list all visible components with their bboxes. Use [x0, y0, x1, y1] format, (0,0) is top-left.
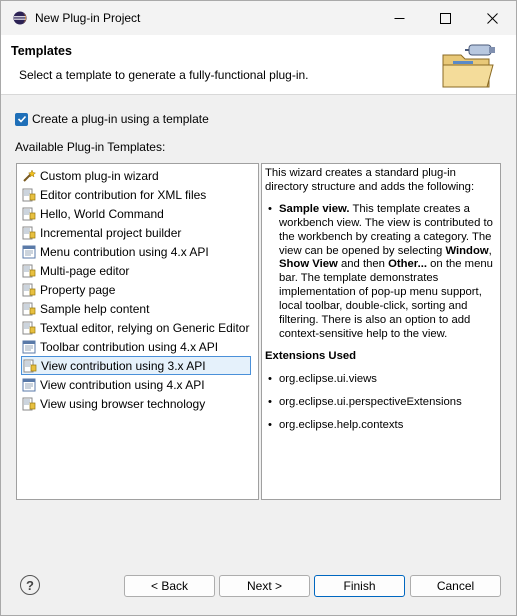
template-icon — [22, 321, 36, 334]
list-item[interactable]: Incremental project builder — [21, 223, 251, 242]
plugin-folder-icon — [442, 44, 495, 88]
close-icon — [486, 12, 498, 24]
page-title: Templates — [11, 44, 72, 58]
list-item[interactable]: Toolbar contribution using 4.x API — [21, 337, 251, 356]
window-title: New Plug-in Project — [35, 11, 141, 25]
wizard-dialog: New Plug-in Project Templates Select a t… — [0, 0, 517, 616]
wizard-icon — [23, 168, 37, 182]
list-item[interactable]: Sample help content — [21, 299, 251, 318]
minimize-icon — [394, 17, 404, 19]
list-item[interactable]: Hello, World Command — [21, 204, 251, 223]
list-item[interactable]: Editor contribution for XML files — [21, 185, 251, 204]
bullet-icon: • — [268, 418, 272, 431]
e4-template-icon — [22, 378, 36, 391]
templates-label: Available Plug-in Templates: — [15, 140, 166, 154]
template-icon — [22, 264, 36, 277]
bullet-icon: • — [268, 395, 272, 408]
checkbox-label: Create a plug-in using a template — [32, 112, 209, 126]
template-icon — [22, 302, 36, 315]
minimize-button[interactable] — [376, 1, 422, 35]
bullet-icon: • — [268, 372, 272, 385]
extension-item: • org.eclipse.ui.views — [265, 373, 496, 387]
checkbox-box[interactable] — [15, 112, 28, 126]
finish-button[interactable]: Finish — [314, 575, 405, 597]
list-item[interactable]: Custom plug-in wizard — [21, 166, 251, 185]
list-item[interactable]: Menu contribution using 4.x API — [21, 242, 251, 261]
e4-template-icon — [22, 340, 36, 353]
extension-item: • org.eclipse.ui.perspectiveExtensions — [265, 396, 496, 410]
sample-view-text: Sample view. This template creates a wor… — [279, 202, 493, 340]
extensions-heading: Extensions Used — [265, 349, 357, 362]
template-icon — [22, 226, 36, 239]
list-item[interactable]: View contribution using 4.x API — [21, 375, 251, 394]
template-icon — [22, 188, 36, 201]
help-button[interactable]: ? — [20, 575, 40, 595]
list-item[interactable]: Multi-page editor — [21, 261, 251, 280]
template-icon — [22, 283, 36, 296]
bullet-icon: • — [268, 202, 272, 215]
next-button[interactable]: Next > — [219, 575, 310, 597]
checkmark-icon — [17, 115, 26, 123]
list-item[interactable]: View using browser technology — [21, 394, 251, 413]
wizard-header: Templates Select a template to generate … — [1, 35, 516, 95]
description-intro: This wizard creates a standard plug-in d… — [265, 167, 475, 193]
extension-item: • org.eclipse.help.contexts — [265, 419, 496, 433]
help-icon: ? — [26, 577, 34, 593]
create-from-template-checkbox[interactable]: Create a plug-in using a template — [15, 112, 209, 126]
page-description: Select a template to generate a fully-fu… — [19, 68, 309, 82]
cancel-button[interactable]: Cancel — [410, 575, 501, 597]
list-item-selected[interactable]: View contribution using 3.x API — [21, 356, 251, 375]
title-bar: New Plug-in Project — [1, 1, 516, 35]
eclipse-icon — [13, 11, 27, 25]
close-button[interactable] — [469, 1, 515, 35]
list-item[interactable]: Textual editor, relying on Generic Edito… — [21, 318, 251, 337]
template-icon — [23, 359, 37, 372]
template-description: This wizard creates a standard plug-in d… — [261, 163, 501, 500]
template-list[interactable]: Custom plug-in wizard Editor contributio… — [16, 163, 259, 500]
template-icon — [22, 397, 36, 410]
back-button[interactable]: < Back — [124, 575, 215, 597]
maximize-button[interactable] — [422, 1, 468, 35]
e4-template-icon — [22, 245, 36, 258]
list-item[interactable]: Property page — [21, 280, 251, 299]
maximize-icon — [439, 12, 451, 24]
template-icon — [22, 207, 36, 220]
bullet-item: • Sample view. This template creates a w… — [265, 203, 496, 342]
